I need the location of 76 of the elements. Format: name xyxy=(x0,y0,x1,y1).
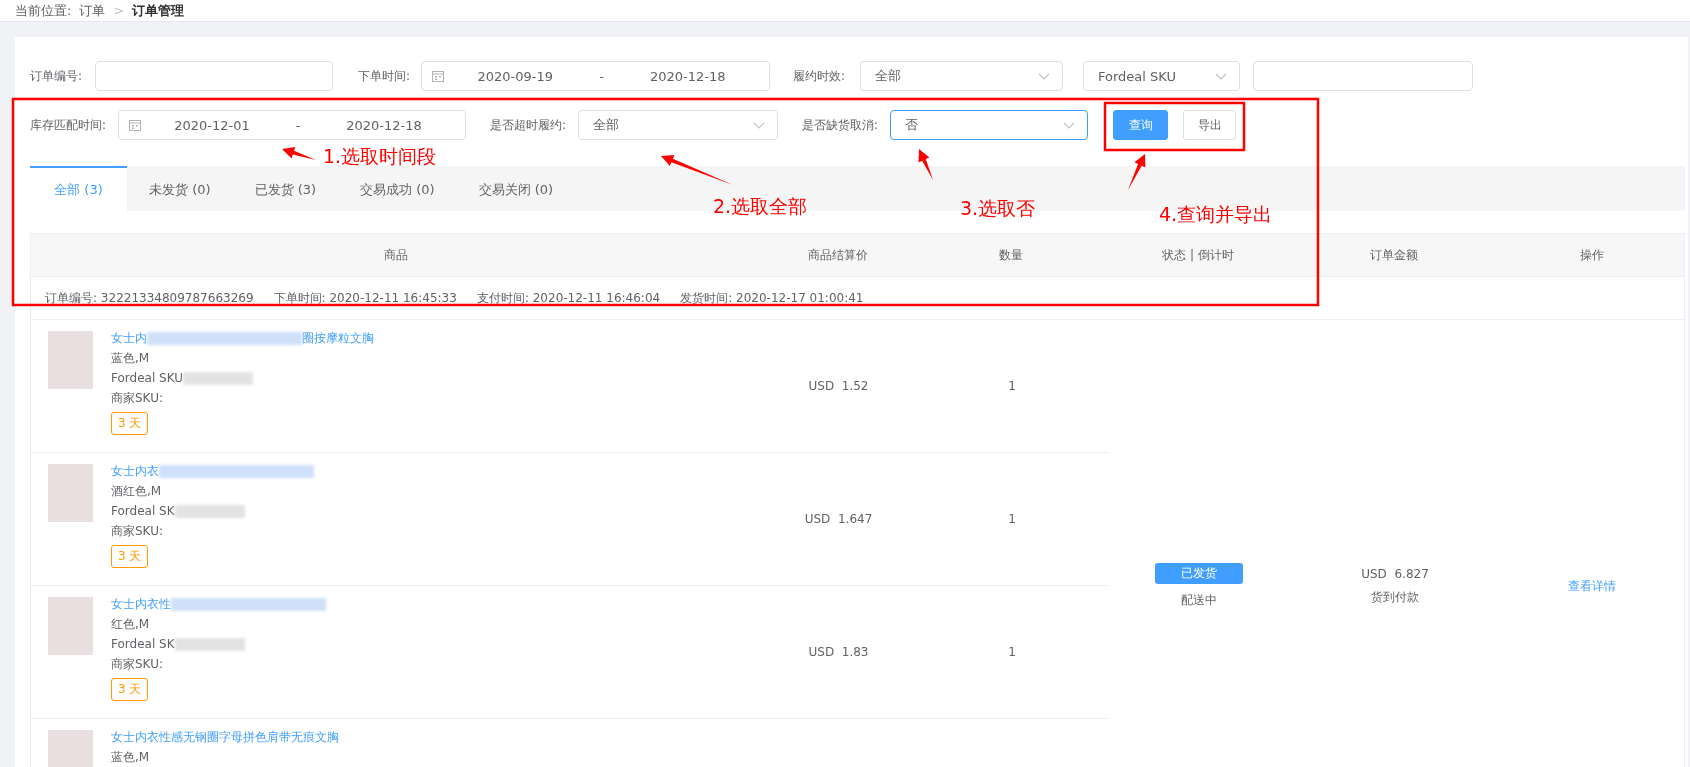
variant-text: 蓝色,M xyxy=(111,349,150,367)
merchant-sku-label: 商家SKU: xyxy=(111,522,163,540)
arrow xyxy=(918,149,933,180)
redacted-text xyxy=(174,504,245,518)
sku-label: Fordeal SK xyxy=(111,637,175,651)
breadcrumb-separator: > xyxy=(113,3,125,18)
annotation-text: 1.选取时间段 xyxy=(323,144,437,169)
quantity-text: 1 xyxy=(1008,645,1016,659)
order-info-text: 下单时间: 2020-12-11 16:45:33 xyxy=(273,289,457,307)
price-text: USD 1.52 xyxy=(808,379,869,393)
filter-tab[interactable]: 交易成功 (0) xyxy=(338,166,457,211)
select-field[interactable]: Fordeal SKU xyxy=(1083,61,1240,91)
sku-label: Fordeal SKU xyxy=(111,371,183,385)
payment-method-text: 货到付款 xyxy=(1371,588,1419,606)
calendar-icon xyxy=(432,70,444,82)
filter-label: 履约时效: xyxy=(793,67,847,85)
export-button[interactable]: 导出 xyxy=(1183,110,1236,140)
order-info-text: 订单编号: 32221334809787663269 xyxy=(45,289,254,307)
annotation-text: 2.选取全部 xyxy=(713,194,808,219)
filter-label: 是否超时履约: xyxy=(490,116,568,134)
calendar-icon xyxy=(129,119,141,131)
select-field[interactable]: 全部 xyxy=(578,110,778,140)
variant-text: 蓝色,M xyxy=(111,748,150,766)
filter-label: 是否缺货取消: xyxy=(802,116,880,134)
filter-label: 下单时间: xyxy=(358,67,412,85)
redacted-text xyxy=(183,371,253,385)
quantity-text: 1 xyxy=(1008,379,1016,393)
select-field[interactable]: 否 xyxy=(890,110,1088,140)
date-range-field[interactable]: 2020-09-19 - 2020-12-18 xyxy=(421,61,770,91)
filter-tab[interactable]: 交易关闭 (0) xyxy=(456,166,576,211)
breadcrumb-current: 订单管理 xyxy=(132,1,185,20)
chevron-down-icon xyxy=(1038,72,1050,80)
variant-text: 红色,M xyxy=(111,615,150,633)
chevron-down-icon xyxy=(1063,121,1075,129)
annotation-text: 3.选取否 xyxy=(960,196,1036,221)
select-field[interactable]: 全部 xyxy=(860,61,1063,91)
column-header: 订单金额 xyxy=(1369,246,1420,264)
input-field[interactable] xyxy=(95,61,333,91)
breadcrumb-label: 当前位置: xyxy=(15,1,72,20)
order-info-text: 支付时间: 2020-12-11 16:46:04 xyxy=(476,289,661,307)
status-tag: 已发货 xyxy=(1155,563,1244,584)
photo-placeholder xyxy=(48,464,93,522)
annotation-text: 4.查询并导出 xyxy=(1159,202,1273,227)
filter-label: 订单编号: xyxy=(30,67,84,85)
days-tag: 3 天 xyxy=(111,412,149,435)
column-header: 操作 xyxy=(1578,246,1605,264)
sku-label: Fordeal SK xyxy=(111,504,175,518)
order-amount-text: USD 6.827 xyxy=(1361,566,1429,581)
input-field[interactable] xyxy=(1253,61,1473,91)
price-text: USD 1.83 xyxy=(808,645,869,659)
price-text: USD 1.647 xyxy=(804,512,873,526)
order-info-text: 发货时间: 2020-12-17 01:00:41 xyxy=(680,289,864,307)
variant-text: 酒红色,M xyxy=(111,482,162,500)
column-header: 状态 | 倒计时 xyxy=(1161,246,1235,264)
filter-label: 库存匹配时间: xyxy=(30,116,108,134)
filter-tab[interactable]: 未发货 (0) xyxy=(127,166,233,211)
chevron-down-icon xyxy=(1215,72,1227,80)
photo-placeholder xyxy=(48,331,93,389)
date-range-field[interactable]: 2020-12-01 - 2020-12-18 xyxy=(118,110,466,140)
merchant-sku-label: 商家SKU: xyxy=(111,389,163,407)
quantity-text: 1 xyxy=(1008,512,1016,526)
filter-tab[interactable]: 已发货 (3) xyxy=(232,166,339,211)
column-header: 商品 xyxy=(382,246,409,264)
days-tag: 3 天 xyxy=(111,545,149,568)
arrow xyxy=(1128,154,1146,190)
redacted-text xyxy=(174,637,245,651)
column-header: 商品结算价 xyxy=(806,246,869,264)
arrow xyxy=(282,147,316,160)
status-detail-text: 配送中 xyxy=(1181,592,1218,609)
photo-placeholder xyxy=(48,597,93,655)
days-tag: 3 天 xyxy=(111,678,149,701)
merchant-sku-label: 商家SKU: xyxy=(111,655,163,673)
arrow xyxy=(661,154,733,185)
breadcrumb-link[interactable]: 订单 xyxy=(79,1,106,20)
chevron-down-icon xyxy=(753,121,765,129)
column-header: 数量 xyxy=(997,246,1024,264)
